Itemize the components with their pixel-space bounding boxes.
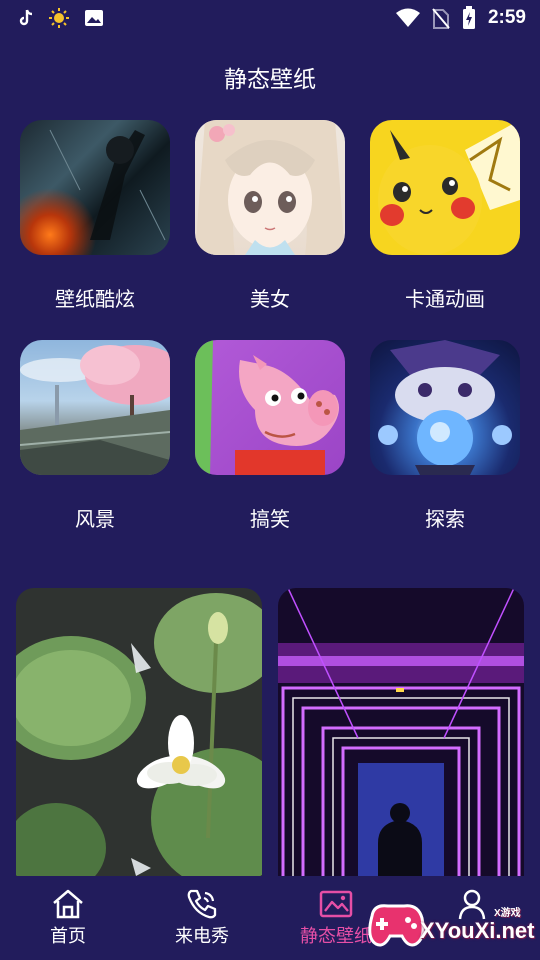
category-label: 风景: [75, 507, 115, 531]
no-sim-icon: [432, 7, 450, 29]
category-label: 壁纸酷炫: [55, 287, 135, 311]
category-label: 搞笑: [250, 507, 290, 531]
wifi-icon: [395, 8, 420, 28]
home-icon[interactable]: [8, 886, 128, 922]
watermark-small-text: X游戏: [494, 908, 521, 919]
category-explore[interactable]: 探索: [370, 340, 520, 532]
category-thumbnail[interactable]: [195, 120, 345, 255]
nav-label: 来电秀: [175, 926, 229, 947]
wallpaper-card-lotus[interactable]: [16, 588, 262, 888]
sun-icon: [48, 7, 70, 29]
watermark-logo: X游戏 XYouXi.net: [362, 892, 538, 956]
watermark-text: XYouXi.net: [420, 918, 535, 943]
tiktok-icon: [18, 9, 34, 27]
category-thumbnail[interactable]: [20, 120, 170, 255]
image-icon: [84, 9, 104, 27]
category-beauty[interactable]: 美女: [195, 120, 345, 312]
nav-home[interactable]: 首页: [8, 886, 128, 948]
status-time: 2:59: [487, 7, 526, 28]
wallpaper-card-neon-tunnel[interactable]: [278, 588, 524, 888]
nav-caller-show[interactable]: 来电秀: [142, 886, 262, 948]
category-thumbnail[interactable]: [195, 340, 345, 475]
battery-charging-icon: [462, 6, 476, 30]
category-label: 探索: [425, 507, 465, 531]
page-title: 静态壁纸: [224, 67, 316, 93]
category-thumbnail[interactable]: [370, 340, 520, 475]
gamepad-icon: [368, 904, 425, 947]
category-cartoon[interactable]: 卡通动画: [370, 120, 520, 312]
nav-label: 首页: [50, 926, 86, 947]
category-thumbnail[interactable]: [20, 340, 170, 475]
category-scenery[interactable]: 风景: [20, 340, 170, 532]
category-label: 卡通动画: [405, 287, 485, 311]
category-cool-wallpaper[interactable]: 壁纸酷炫: [20, 120, 170, 312]
category-funny[interactable]: 搞笑: [195, 340, 345, 532]
status-bar: 2:59: [0, 0, 540, 36]
category-label: 美女: [250, 287, 290, 311]
phone-call-icon[interactable]: [142, 886, 262, 922]
category-thumbnail[interactable]: [370, 120, 520, 255]
